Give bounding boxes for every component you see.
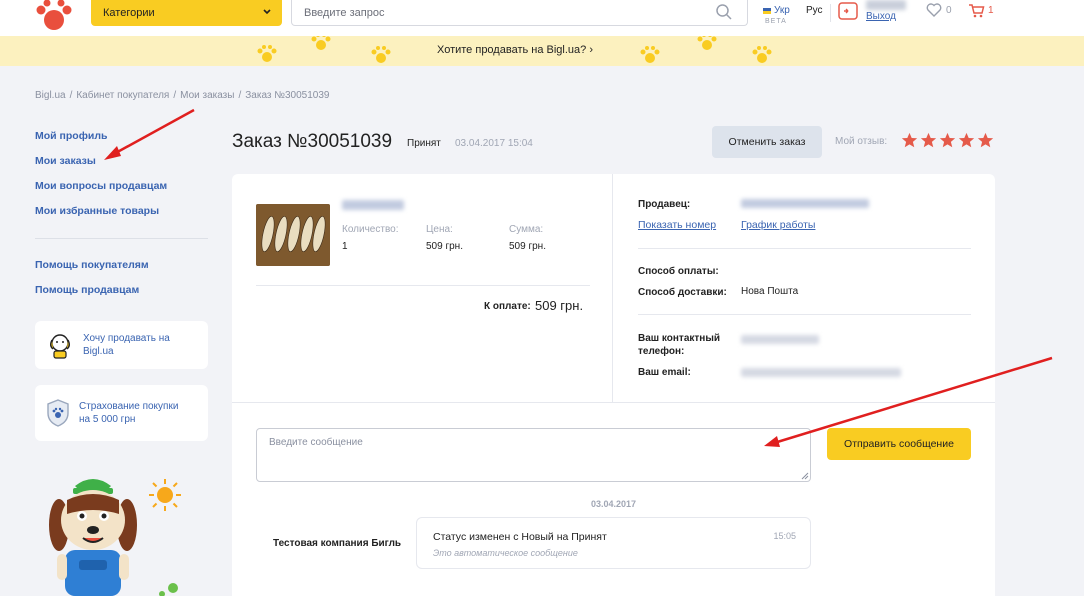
cancel-order-button[interactable]: Отменить заказ bbox=[712, 126, 822, 158]
search-icon[interactable] bbox=[715, 3, 733, 21]
logout-link[interactable]: Выход bbox=[866, 11, 896, 22]
favorites-count: 0 bbox=[946, 4, 952, 16]
sum-value: 509 грн. bbox=[509, 241, 546, 252]
star-icon[interactable] bbox=[920, 132, 937, 149]
price-value: 509 грн. bbox=[426, 241, 463, 252]
heart-icon bbox=[926, 3, 942, 17]
star-icon[interactable] bbox=[977, 132, 994, 149]
rating-stars[interactable] bbox=[901, 132, 994, 149]
chevron-down-icon bbox=[263, 9, 271, 15]
cart-icon bbox=[969, 4, 985, 18]
work-schedule-link[interactable]: График работы bbox=[741, 219, 815, 231]
email-label: Ваш email: bbox=[638, 367, 691, 378]
quantity-label: Количество: bbox=[342, 224, 399, 235]
lang-ukr-label: Укр bbox=[774, 5, 790, 16]
insurance-card[interactable]: Страхование покупки на 5 000 грн bbox=[35, 385, 208, 441]
message-time: 15:05 bbox=[773, 531, 796, 541]
breadcrumb-home[interactable]: Bigl.ua bbox=[35, 90, 66, 101]
breadcrumb-sep: / bbox=[173, 90, 177, 101]
lang-ukr-link[interactable]: Укр bbox=[763, 5, 790, 16]
card-horizontal-divider bbox=[232, 402, 995, 403]
search-input[interactable]: Введите запрос bbox=[291, 0, 748, 26]
star-icon[interactable] bbox=[958, 132, 975, 149]
cart-button[interactable]: 1 bbox=[968, 3, 994, 18]
to-pay-label: К оплате: bbox=[484, 301, 531, 312]
phone-label: Ваш контактный телефон: bbox=[638, 333, 721, 357]
product-image[interactable] bbox=[256, 204, 330, 266]
breadcrumb-current: Заказ №30051039 bbox=[245, 90, 330, 101]
order-status: Принят bbox=[407, 138, 441, 149]
product-divider bbox=[256, 285, 590, 286]
order-title: Заказ №30051039 bbox=[232, 131, 393, 152]
sidebar-divider bbox=[35, 238, 208, 239]
beta-badge: BETA bbox=[765, 18, 787, 25]
payment-method-label: Способ оплаты: bbox=[638, 266, 719, 277]
message-date: 03.04.2017 bbox=[591, 499, 637, 509]
lang-rus-label[interactable]: Рус bbox=[806, 5, 823, 16]
insurance-card-text: Страхование покупки на 5 000 грн bbox=[79, 401, 179, 425]
message-sender: Тестовая компания Бигль bbox=[273, 538, 402, 549]
phone-value-blurred bbox=[741, 335, 819, 344]
dog-mascot-icon bbox=[49, 479, 178, 596]
breadcrumb-cabinet[interactable]: Кабинет покупателя bbox=[76, 90, 169, 101]
breadcrumb-orders[interactable]: Мои заказы bbox=[180, 90, 234, 101]
quantity-value: 1 bbox=[342, 241, 348, 252]
annotation-arrow-sidebar bbox=[104, 108, 195, 160]
star-icon[interactable] bbox=[939, 132, 956, 149]
user-name-blurred bbox=[866, 0, 906, 10]
sidebar-item-help-sellers[interactable]: Помощь продавцам bbox=[35, 284, 139, 296]
seller-name-blurred[interactable] bbox=[741, 199, 869, 208]
favorites-button[interactable]: 0 bbox=[926, 3, 952, 17]
breadcrumb-sep: / bbox=[69, 90, 73, 101]
send-message-button[interactable]: Отправить сообщение bbox=[827, 428, 971, 460]
delivery-method-label: Способ доставки: bbox=[638, 287, 727, 298]
message-text: Статус изменен с Новый на Принят bbox=[433, 531, 607, 543]
categories-button[interactable]: Категории bbox=[91, 0, 282, 26]
order-card: Количество: 1 Цена: 509 грн. Сумма: 509 … bbox=[232, 174, 995, 596]
seller-label: Продавец: bbox=[638, 199, 691, 210]
order-date: 03.04.2017 15:04 bbox=[455, 138, 533, 149]
ukraine-flag-icon bbox=[763, 7, 771, 14]
user-cabinet-icon[interactable] bbox=[838, 2, 858, 20]
sidebar-item-help-buyers[interactable]: Помощь покупателям bbox=[35, 259, 149, 271]
breadcrumb: Bigl.ua / Кабинет покупателя / Мои заказ… bbox=[35, 90, 329, 101]
sidebar-item-questions[interactable]: Мои вопросы продавцам bbox=[35, 180, 167, 192]
promo-banner[interactable]: Хотите продавать на Bigl.ua? › bbox=[0, 36, 1084, 66]
sidebar-item-favorites[interactable]: Мои избранные товары bbox=[35, 205, 159, 217]
star-icon[interactable] bbox=[901, 132, 918, 149]
message-placeholder: Введите сообщение bbox=[269, 437, 363, 448]
to-pay-value: 509 грн. bbox=[535, 298, 584, 313]
top-header: Категории Введите запрос Укр BETA Рус Вы… bbox=[0, 0, 1084, 36]
delivery-method-value: Нова Пошта bbox=[741, 286, 799, 297]
email-value-blurred bbox=[741, 368, 901, 377]
search-placeholder: Введите запрос bbox=[304, 6, 385, 19]
delivery-divider bbox=[638, 314, 971, 315]
message-bubble: Статус изменен с Новый на Принят 15:05 Э… bbox=[416, 517, 811, 569]
header-divider bbox=[830, 4, 831, 22]
message-auto-note: Это автоматическое сообщение bbox=[433, 548, 578, 558]
sell-on-bigl-card[interactable]: Хочу продавать на Bigl.ua bbox=[35, 321, 208, 369]
promo-text[interactable]: Хотите продавать на Bigl.ua? › bbox=[0, 44, 1030, 56]
seller-divider bbox=[638, 248, 971, 249]
sum-label: Сумма: bbox=[509, 224, 544, 235]
sidebar-item-orders[interactable]: Мои заказы bbox=[35, 155, 96, 167]
cart-count: 1 bbox=[988, 5, 994, 16]
sidebar-item-profile[interactable]: Мой профиль bbox=[35, 130, 107, 142]
message-input[interactable]: Введите сообщение bbox=[256, 428, 811, 482]
dog-sell-icon bbox=[50, 334, 70, 359]
show-number-link[interactable]: Показать номер bbox=[638, 219, 716, 231]
bigl-logo-icon[interactable] bbox=[34, 0, 74, 32]
card-vertical-divider bbox=[612, 174, 613, 402]
shield-paw-icon bbox=[47, 399, 69, 427]
product-name-blurred[interactable] bbox=[342, 200, 404, 210]
breadcrumb-sep: / bbox=[238, 90, 242, 101]
sell-card-text: Хочу продавать на Bigl.ua bbox=[83, 333, 170, 357]
my-review-label: Мой отзыв: bbox=[835, 136, 888, 147]
resize-handle-icon[interactable] bbox=[801, 472, 809, 480]
categories-label: Категории bbox=[103, 7, 155, 19]
price-label: Цена: bbox=[426, 224, 453, 235]
